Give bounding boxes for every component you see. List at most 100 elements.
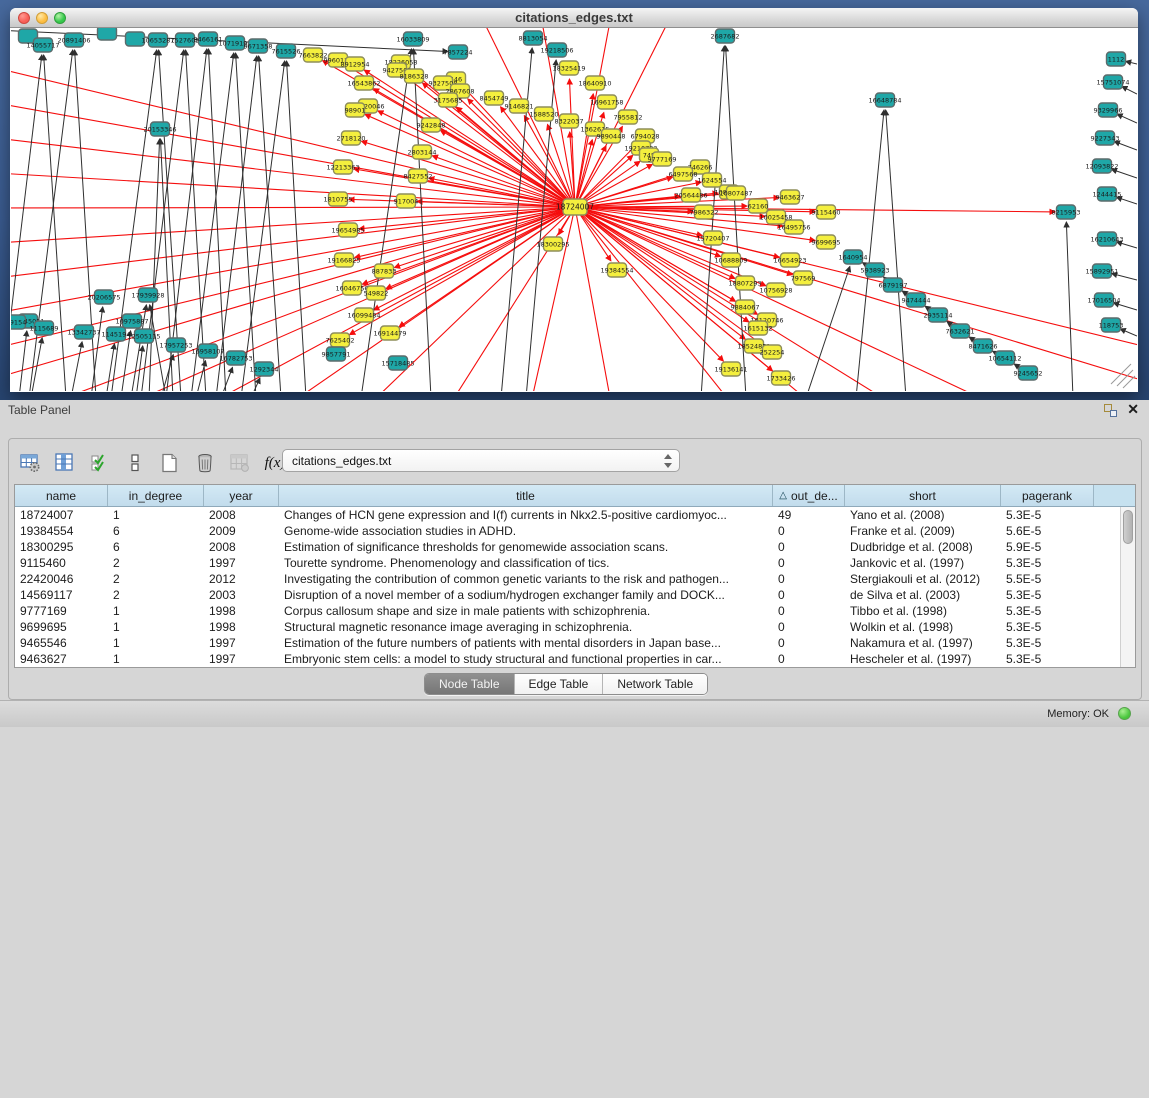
graph-node[interactable]: 16648784: [868, 93, 901, 107]
table-scrollbar-thumb[interactable]: [1123, 510, 1133, 544]
table-cell: Corpus callosum shape and size in male p…: [279, 603, 773, 619]
graph-node[interactable]: 15751074: [1096, 75, 1129, 89]
graph-node[interactable]: 18640910: [578, 76, 611, 90]
column-header-pagerank[interactable]: pagerank: [1001, 485, 1094, 506]
row-height-button[interactable]: [121, 450, 149, 476]
table-row[interactable]: 1456911722003Disruption of a novel membe…: [15, 587, 1135, 603]
column-header-outde[interactable]: △out_de...: [773, 485, 845, 506]
graph-node[interactable]: 9463627: [776, 190, 805, 204]
table-row[interactable]: 969969511998Structural magnetic resonanc…: [15, 619, 1135, 635]
graph-node[interactable]: 16210643: [1090, 232, 1123, 246]
network-file-select[interactable]: citations_edges.txt: [282, 449, 680, 472]
close-panel-icon[interactable]: ✕: [1127, 401, 1139, 418]
graph-node[interactable]: 16914479: [373, 326, 406, 340]
graph-node[interactable]: 9115460: [812, 205, 841, 219]
window-titlebar[interactable]: citations_edges.txt: [10, 8, 1138, 28]
delete-table-button[interactable]: [191, 450, 219, 476]
graph-node[interactable]: 1640954: [839, 250, 868, 264]
graph-node[interactable]: 2718120: [337, 131, 366, 145]
graph-node[interactable]: 9699695: [812, 235, 841, 249]
column-header-indegree[interactable]: in_degree: [108, 485, 204, 506]
float-panel-icon[interactable]: [1104, 404, 1117, 417]
table-settings-button[interactable]: [16, 450, 44, 476]
graph-node[interactable]: 39154: [11, 315, 26, 329]
graph-node[interactable]: 17939928: [131, 288, 164, 302]
select-all-button[interactable]: [86, 450, 114, 476]
tab-edge-table[interactable]: Edge Table: [515, 674, 604, 694]
graph-node[interactable]: 15720407: [696, 231, 729, 245]
graph-node[interactable]: 15718485: [381, 356, 414, 370]
network-canvas[interactable]: 1872400714055717208914061065328715276029…: [11, 28, 1137, 391]
graph-node[interactable]: 2687682: [711, 29, 740, 43]
graph-node[interactable]: 7615526: [272, 44, 301, 58]
tab-network-table[interactable]: Network Table: [603, 674, 707, 694]
graph-node[interactable]: 8813054: [519, 31, 548, 45]
graph-node[interactable]: 917004: [394, 194, 419, 208]
graph-node[interactable]: 17957253: [159, 338, 192, 352]
graph-node[interactable]: 19166825: [327, 253, 360, 267]
table-row[interactable]: 946362711997Embryonic stem cells: a mode…: [15, 651, 1135, 667]
graph-node[interactable]: 10688809: [714, 253, 747, 267]
graph-node[interactable]: 13342737: [67, 325, 100, 339]
graph-node[interactable]: 6879197: [879, 278, 908, 292]
graph-node[interactable]: 19136141: [714, 362, 747, 376]
graph-node[interactable]: 797569: [791, 271, 816, 285]
graph-node[interactable]: 7632621: [946, 324, 975, 338]
svg-text:20206575: 20206575: [87, 293, 120, 301]
graph-node[interactable]: 8215953: [1052, 205, 1081, 219]
graph-node[interactable]: 20564486: [674, 188, 707, 202]
graph-node[interactable]: 9245652: [1014, 366, 1043, 380]
new-table-button[interactable]: [156, 450, 184, 476]
graph-node[interactable]: 887833: [372, 264, 397, 278]
graph-node[interactable]: 15892951: [1085, 264, 1118, 278]
column-visibility-button[interactable]: [51, 450, 79, 476]
graph-node[interactable]: 252254: [760, 345, 785, 359]
svg-text:6794028: 6794028: [631, 132, 660, 140]
table-scrollbar[interactable]: [1120, 507, 1135, 667]
column-header-title[interactable]: title: [279, 485, 773, 506]
svg-text:15720407: 15720407: [696, 234, 729, 242]
graph-node[interactable]: 9884067: [731, 300, 760, 314]
table-row[interactable]: 2242004622012Investigating the contribut…: [15, 571, 1135, 587]
table-row[interactable]: 911546021997Tourette syndrome. Phenomeno…: [15, 555, 1135, 571]
column-header-year[interactable]: year: [204, 485, 279, 506]
graph-node[interactable]: 16654923: [773, 253, 806, 267]
graph-node[interactable]: 7857224: [444, 45, 473, 59]
graph-node[interactable]: 16033809: [396, 32, 429, 46]
table-row[interactable]: 1872400712008Changes of HCN gene express…: [15, 507, 1135, 523]
graph-node[interactable]: 18325419: [552, 61, 585, 75]
graph-node[interactable]: 98901: [345, 103, 366, 117]
graph-node[interactable]: 19654985: [331, 223, 364, 237]
table-row[interactable]: 1830029562008Estimation of significance …: [15, 539, 1135, 555]
graph-node[interactable]: 20891406: [57, 33, 90, 47]
graph-node[interactable]: 1145194: [102, 327, 131, 341]
import-table-button[interactable]: [226, 450, 254, 476]
graph-node[interactable]: 7625402: [326, 333, 355, 347]
tab-node-table[interactable]: Node Table: [425, 674, 515, 694]
graph-node[interactable]: 12213363: [326, 160, 359, 174]
table-row[interactable]: 1938455462009Genome-wide association stu…: [15, 523, 1135, 539]
graph-node[interactable]: 9857791: [322, 347, 351, 361]
graph-node[interactable]: 118753: [1099, 318, 1124, 332]
graph-node[interactable]: 9474444: [902, 293, 931, 307]
graph-node[interactable]: 1733426: [767, 371, 796, 385]
graph-node[interactable]: 10654112: [988, 351, 1021, 365]
graph-node[interactable]: 62160: [748, 199, 769, 213]
graph-node[interactable]: 1244415: [1093, 187, 1122, 201]
graph-node[interactable]: 19218506: [540, 43, 573, 57]
graph-node[interactable]: 9227343: [1091, 131, 1120, 145]
graph-node[interactable]: 17016504: [1087, 293, 1120, 307]
graph-node[interactable]: 1112: [1107, 52, 1126, 66]
graph-node[interactable]: 549822: [364, 286, 389, 300]
column-header-name[interactable]: name: [15, 485, 108, 506]
graph-node[interactable]: [98, 28, 117, 40]
graph-node[interactable]: 5938923: [861, 263, 890, 277]
table-row[interactable]: 977716911998Corpus callosum shape and si…: [15, 603, 1135, 619]
column-header-short[interactable]: short: [845, 485, 1001, 506]
graph-node[interactable]: 8471626: [969, 339, 998, 353]
graph-node[interactable]: 20153346: [143, 122, 176, 136]
graph-node[interactable]: 12093822: [1085, 159, 1118, 173]
graph-node[interactable]: 20206575: [87, 290, 120, 304]
graph-node[interactable]: 2935114: [924, 308, 953, 322]
table-row[interactable]: 946554611997Estimation of the future num…: [15, 635, 1135, 651]
